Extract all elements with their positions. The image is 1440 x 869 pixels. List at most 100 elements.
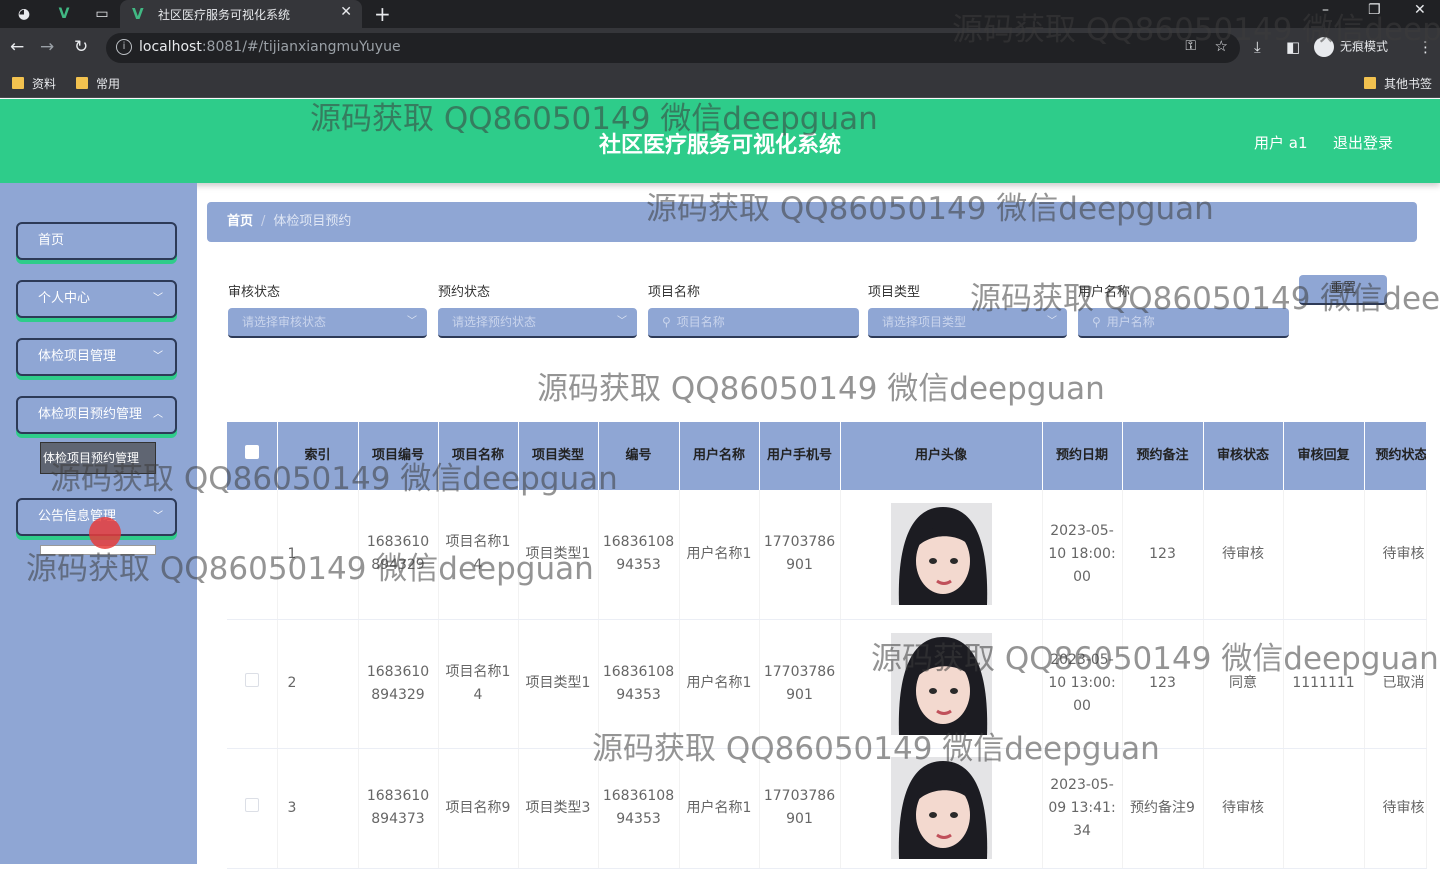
- row-checkbox[interactable]: [244, 673, 259, 687]
- cell-user-name: 用户名称1: [679, 490, 760, 620]
- cell-date: 2023-05-09 13:41:34: [1042, 748, 1123, 869]
- vue-tab-icon[interactable]: V: [54, 4, 74, 24]
- row-index: 1: [277, 490, 359, 620]
- browser-menu-icon[interactable]: ◕: [14, 4, 34, 24]
- other-bookmarks[interactable]: 其他书签: [1364, 75, 1432, 92]
- table-row[interactable]: 2 1683610894329 项目名称14 项目类型1 16836108943…: [227, 619, 1427, 749]
- close-window-icon[interactable]: ✕: [1414, 2, 1426, 18]
- table-header-row: 索引 项目编号 项目名称 项目类型 编号 用户名称 用户手机号 用户头像 预约日…: [227, 422, 1427, 490]
- row-select-cell[interactable]: [227, 490, 278, 620]
- folder-icon: [1364, 77, 1376, 89]
- sidebar-item-exam-booking[interactable]: 体检项目预约管理 ︿: [16, 396, 177, 434]
- cell-date: 2023-05-10 18:00:00: [1042, 490, 1123, 620]
- column-header[interactable]: 预约状态: [1364, 422, 1427, 490]
- cell-phone: 17703786901: [759, 748, 841, 869]
- column-header[interactable]: 用户手机号: [759, 422, 841, 490]
- breadcrumb-current: 体检项目预约: [273, 214, 352, 229]
- tab-window-icon[interactable]: ▭: [92, 4, 112, 24]
- select-all-checkbox[interactable]: [244, 445, 259, 459]
- cell-note: 123: [1122, 490, 1204, 620]
- user-avatar[interactable]: [890, 503, 992, 606]
- restore-icon[interactable]: ❐: [1368, 2, 1381, 18]
- submenu-item-exam-booking[interactable]: 体检项目预约管理: [40, 442, 156, 474]
- input-placeholder: 项目名称: [676, 315, 725, 329]
- incognito-indicator[interactable]: 无痕模式: [1314, 37, 1388, 59]
- booking-status-select[interactable]: 请选择预约状态 ﹀: [438, 308, 637, 338]
- row-checkbox[interactable]: [244, 797, 259, 812]
- star-icon[interactable]: ☆: [1215, 37, 1228, 55]
- row-index: 3: [277, 748, 359, 869]
- column-header[interactable]: 预约备注: [1122, 422, 1204, 490]
- table-row[interactable]: 3 1683610894373 项目名称9 项目类型3 168361089435…: [227, 748, 1427, 869]
- cell-item-no: 1683610894373: [358, 748, 439, 869]
- cell-avatar: [840, 619, 1043, 749]
- column-header[interactable]: 审核回复: [1283, 422, 1365, 490]
- user-avatar[interactable]: [890, 757, 992, 859]
- booking-status-label: 预约状态: [438, 285, 491, 300]
- sidebar-item-personal-center[interactable]: 个人中心 ﹀: [16, 280, 177, 318]
- close-tab-icon[interactable]: ✕: [340, 4, 352, 20]
- user-avatar[interactable]: [890, 632, 992, 735]
- row-select-cell[interactable]: [227, 619, 278, 749]
- bookmark-folder[interactable]: 常用: [76, 75, 120, 92]
- sidebar-item-label: 首页: [38, 233, 65, 248]
- item-type-select[interactable]: 请选择项目类型 ﹀: [868, 308, 1067, 338]
- key-icon[interactable]: ⚿: [1185, 38, 1196, 54]
- cell-no: 1683610894353: [598, 619, 680, 749]
- column-header[interactable]: 项目类型: [518, 422, 599, 490]
- search-icon: ⚲: [662, 315, 671, 329]
- item-type-label: 项目类型: [868, 285, 921, 300]
- reload-icon[interactable]: ↻: [74, 37, 88, 57]
- cell-item-type: 项目类型1: [518, 490, 599, 620]
- input-placeholder: 用户名称: [1106, 315, 1155, 329]
- column-header[interactable]: 预约日期: [1042, 422, 1123, 490]
- cell-audit-status: 待审核: [1203, 490, 1284, 620]
- sidebar-item-exam-items[interactable]: 体检项目管理 ﹀: [16, 338, 177, 376]
- download-icon[interactable]: ⤓: [1254, 38, 1261, 56]
- forward-icon[interactable]: →: [40, 37, 54, 57]
- cell-item-name: 项目名称9: [438, 748, 519, 869]
- site-info-icon[interactable]: i: [116, 39, 132, 55]
- column-header[interactable]: 索引: [277, 422, 359, 490]
- cell-no: 1683610894353: [598, 490, 680, 620]
- sidebar-item-label: 体检项目预约管理: [38, 407, 143, 422]
- current-user[interactable]: 用户 a1: [1254, 132, 1308, 153]
- user-name-input[interactable]: ⚲ 用户名称: [1078, 308, 1289, 338]
- address-bar[interactable]: i localhost:8081/#/tijianxiangmuYuyue ⚿ …: [106, 33, 1240, 63]
- back-icon[interactable]: ←: [10, 37, 24, 57]
- reset-button[interactable]: 重置: [1299, 275, 1387, 305]
- select-all-header[interactable]: [227, 422, 278, 490]
- item-name-input[interactable]: ⚲ 项目名称: [648, 308, 859, 338]
- cell-booking-status: 待审核: [1364, 490, 1427, 620]
- sidebar-item-home[interactable]: 首页: [16, 222, 177, 260]
- logout-link[interactable]: 退出登录: [1333, 132, 1393, 153]
- active-tab[interactable]: V 社区医疗服务可视化系统 ✕: [120, 0, 362, 28]
- column-header[interactable]: 用户名称: [679, 422, 760, 490]
- column-header[interactable]: 项目编号: [358, 422, 439, 490]
- select-placeholder: 请选择审核状态: [242, 315, 327, 329]
- new-tab-icon[interactable]: +: [374, 2, 391, 26]
- column-header[interactable]: 审核状态: [1203, 422, 1284, 490]
- chevron-up-icon: ︿: [153, 409, 163, 420]
- cell-avatar: [840, 490, 1043, 620]
- cell-user-name: 用户名称1: [679, 748, 760, 869]
- more-icon[interactable]: ⋮: [1418, 38, 1433, 56]
- table-row[interactable]: 1 1683610894329 项目名称14 项目类型1 16836108943…: [227, 490, 1427, 620]
- cell-audit-reply: [1283, 748, 1365, 869]
- cell-item-no: 1683610894329: [358, 490, 439, 620]
- cell-item-name: 项目名称14: [438, 619, 519, 749]
- audit-status-select[interactable]: 请选择审核状态 ﹀: [228, 308, 427, 338]
- column-header[interactable]: 项目名称: [438, 422, 519, 490]
- sidepanel-icon[interactable]: ◧: [1286, 38, 1300, 56]
- row-select-cell[interactable]: [227, 748, 278, 869]
- vue-logo-icon: V: [132, 5, 144, 23]
- minimize-icon[interactable]: –: [1322, 2, 1329, 18]
- column-header[interactable]: 编号: [598, 422, 680, 490]
- cell-no: 1683610894353: [598, 748, 680, 869]
- bookmark-folder[interactable]: 资料: [12, 75, 56, 92]
- browser-toolbar: ← → ↻ i localhost:8081/#/tijianxiangmuYu…: [0, 28, 1440, 68]
- cell-user-name: 用户名称1: [679, 619, 760, 749]
- cell-avatar: [840, 748, 1043, 869]
- column-header[interactable]: 用户头像: [840, 422, 1043, 490]
- breadcrumb-home[interactable]: 首页: [227, 214, 253, 229]
